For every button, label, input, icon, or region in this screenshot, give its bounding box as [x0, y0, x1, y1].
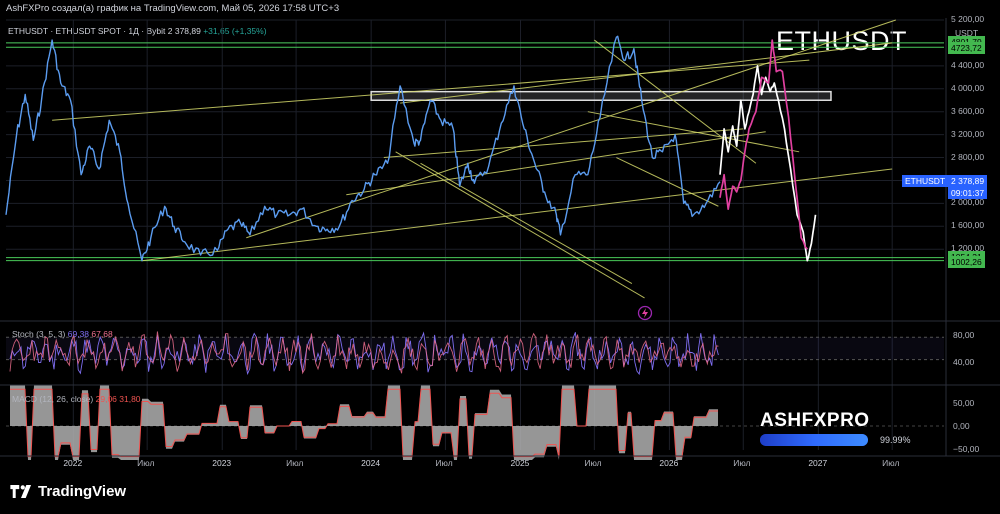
stoch-tick-80: 80,00 — [953, 330, 975, 340]
lightning-icon — [637, 305, 653, 321]
price-tick-label: 2 000,00 — [951, 197, 985, 208]
price-tag: 09:01:37 — [948, 186, 988, 199]
time-tick-label: 2022 — [63, 458, 83, 468]
time-tick-label: 2023 — [212, 458, 232, 468]
time-tick-label: Июл — [584, 458, 602, 468]
stoch-tick-40: 40,00 — [953, 357, 975, 367]
stoch-title: Stoch (3, 5, 3) — [12, 329, 66, 339]
price-tick-label: 3 200,00 — [951, 128, 985, 139]
footer-brand: TradingView — [38, 483, 127, 500]
trendline-8 — [587, 111, 800, 153]
symbol-price-tag: ETHUSDT — [902, 174, 949, 187]
progress-bar-fill — [760, 434, 868, 446]
time-tick-label: Июл — [435, 458, 453, 468]
stoch-d-value: 67,68 — [91, 329, 113, 339]
trendlines — [52, 19, 897, 299]
price-tick-label: 4 000,00 — [951, 82, 985, 93]
price-tick-label: 3 600,00 — [951, 105, 985, 116]
stoch-legend[interactable]: Stoch (3, 5, 3) 69,38 67,68 — [12, 329, 113, 339]
price-tag: 2 378,89 — [948, 174, 988, 187]
trendline-9 — [594, 39, 757, 164]
stoch-k-value: 69,38 — [67, 329, 90, 339]
trendline-1 — [141, 168, 893, 262]
tradingview-footer[interactable]: TradingView — [10, 483, 126, 500]
macd-tick-neg50: −50,00 — [953, 444, 980, 454]
time-tick-label: Июл — [286, 458, 304, 468]
trendline-3 — [346, 131, 766, 196]
macd-tick-0: 0,00 — [953, 421, 970, 431]
macd-title: MACD (12, 26, close) — [12, 394, 94, 404]
time-tick-label: 2025 — [510, 458, 530, 468]
time-tick-label: 2024 — [361, 458, 381, 468]
price-tick-label: 2 800,00 — [951, 151, 985, 162]
tradingview-logo-icon — [10, 485, 32, 498]
price-tag: 1002,26 — [948, 255, 985, 268]
time-tick-label: Июл — [733, 458, 751, 468]
time-tick-label: 2027 — [808, 458, 828, 468]
time-tick-label: 2026 — [659, 458, 679, 468]
price-series — [5, 35, 817, 321]
trendline-7 — [420, 162, 633, 285]
brand-watermark: ASHFXPRO — [760, 410, 870, 431]
trendline-10 — [616, 157, 719, 207]
price-tick-label: 4 400,00 — [951, 59, 985, 70]
time-tick-label: Июл — [137, 458, 155, 468]
price-line — [5, 35, 721, 262]
macd-tick-50: 50,00 — [953, 398, 975, 408]
progress-percent: 99.99% — [880, 435, 911, 445]
progress-bar — [760, 434, 868, 446]
macd-values: 29,06 31,80 — [95, 394, 141, 404]
price-tag: 4723,72 — [948, 42, 985, 55]
time-tick-label: Июл — [882, 458, 900, 468]
price-tick-label: 1 600,00 — [951, 220, 985, 231]
chart-frame — [0, 18, 1000, 457]
macd-legend[interactable]: MACD (12, 26, close) 29,06 31,80 — [12, 394, 141, 404]
price-tick-label: 5 200,00 — [951, 14, 985, 24]
